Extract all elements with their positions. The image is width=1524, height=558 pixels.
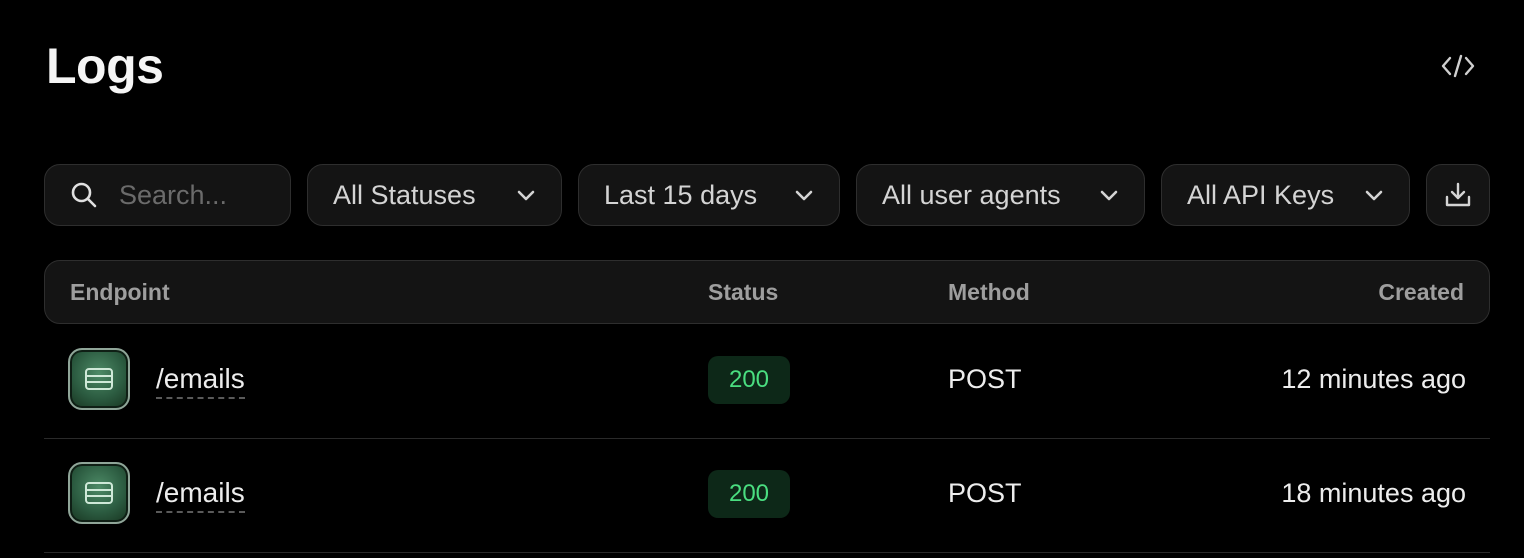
- email-endpoint-icon: [68, 348, 130, 410]
- column-header-status: Status: [708, 279, 779, 305]
- chevron-down-icon: [517, 190, 535, 201]
- api-key-dropdown[interactable]: All API Keys: [1161, 164, 1410, 226]
- filter-toolbar: All Statuses Last 15 days All user agent…: [44, 164, 1490, 228]
- method-text: POST: [948, 478, 1022, 508]
- status-filter-label: All Statuses: [333, 179, 476, 210]
- endpoint-link[interactable]: /emails: [156, 362, 245, 399]
- date-range-label: Last 15 days: [604, 179, 758, 210]
- api-key-label: All API Keys: [1187, 179, 1335, 210]
- column-header-method: Method: [948, 279, 1030, 305]
- column-header-endpoint: Endpoint: [70, 279, 170, 305]
- logs-page: Logs All Statuses Last 15 days: [0, 0, 1524, 558]
- search-icon: [71, 182, 97, 208]
- chevron-down-icon: [1100, 190, 1118, 201]
- user-agent-label: All user agents: [882, 179, 1061, 210]
- date-range-dropdown[interactable]: Last 15 days: [578, 164, 840, 226]
- status-badge: 200: [708, 356, 790, 404]
- email-endpoint-icon: [68, 462, 130, 524]
- user-agent-dropdown[interactable]: All user agents: [856, 164, 1145, 226]
- chevron-down-icon: [795, 190, 813, 201]
- table-row[interactable]: /emails 200 POST 18 minutes ago: [44, 438, 1490, 553]
- page-title: Logs: [46, 38, 164, 94]
- code-icon: [1441, 54, 1475, 78]
- search-box[interactable]: [44, 164, 291, 226]
- created-time: 18 minutes ago: [1281, 478, 1466, 508]
- status-filter-dropdown[interactable]: All Statuses: [307, 164, 562, 226]
- endpoint-link[interactable]: /emails: [156, 476, 245, 513]
- created-time: 12 minutes ago: [1281, 364, 1466, 394]
- chevron-down-icon: [1365, 190, 1383, 201]
- table-row[interactable]: /emails 200 POST 12 minutes ago: [44, 324, 1490, 439]
- method-text: POST: [948, 364, 1022, 394]
- column-header-created: Created: [1378, 279, 1464, 305]
- search-input[interactable]: [119, 179, 279, 211]
- download-button[interactable]: [1426, 164, 1490, 226]
- download-icon: [1445, 182, 1471, 207]
- status-badge: 200: [708, 470, 790, 518]
- code-view-button[interactable]: [1436, 48, 1480, 84]
- table-header: Endpoint Status Method Created: [44, 260, 1490, 324]
